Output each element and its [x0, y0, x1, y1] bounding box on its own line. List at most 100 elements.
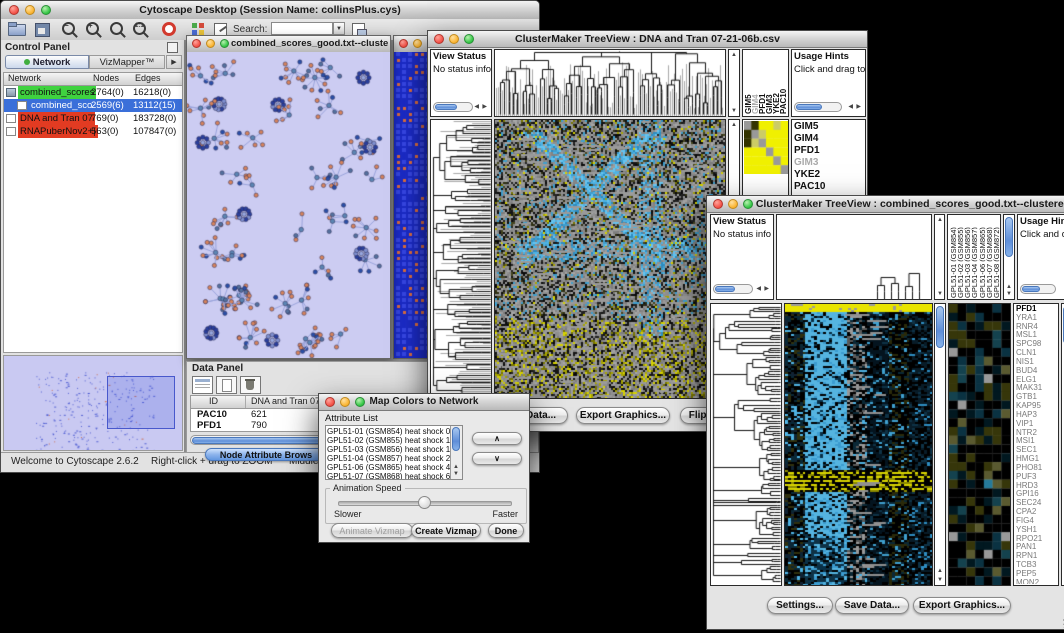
tv2-heatmap-scrollbar[interactable]: ▲ ▼: [934, 303, 946, 586]
open-file-icon[interactable]: [8, 22, 26, 37]
table-icon[interactable]: [192, 376, 213, 394]
network-row[interactable]: DNA and Tran 07769(0)183728(0): [4, 112, 182, 125]
attribute-list-item[interactable]: GPL51-01 (GSM854) heat shock 05 min: [327, 427, 450, 436]
tab-network[interactable]: Network: [5, 55, 89, 69]
scroll-up-icon[interactable]: ▲: [731, 122, 737, 128]
tv1-zoom-matrix[interactable]: [744, 121, 788, 174]
zoom-out-icon[interactable]: −: [61, 22, 79, 37]
gene-label[interactable]: GIM4: [794, 133, 864, 145]
scroll-up-icon[interactable]: ▲: [937, 568, 943, 574]
zoom-button[interactable]: [220, 39, 229, 48]
treeview2-titlebar[interactable]: ClusterMaker TreeView : combined_scores_…: [707, 196, 1064, 213]
attribute-list-item[interactable]: GPL51-06 (GSM865) heat shock 40 min: [327, 463, 450, 472]
tv1-heatmap[interactable]: [495, 120, 725, 398]
tv2-col-scroll-strip[interactable]: ▲ ▼: [934, 214, 945, 300]
network-row[interactable]: combined_scores2764(0)16218(0): [4, 86, 182, 99]
zoom-fit-icon[interactable]: 1:1: [132, 22, 150, 37]
scroll-down-icon[interactable]: ▼: [937, 577, 943, 583]
tab-overflow-button[interactable]: ▶: [166, 55, 182, 69]
col-network[interactable]: Network: [8, 73, 41, 83]
tv2-row-dendrogram[interactable]: [711, 304, 781, 585]
gene-label[interactable]: YKE2: [794, 169, 864, 181]
tv2-column-label[interactable]: GPL51-04 (GSM857): [970, 216, 977, 298]
network-overview[interactable]: [3, 355, 183, 451]
close-button[interactable]: [399, 39, 408, 48]
main-titlebar[interactable]: Cytoscape Desktop (Session Name: collins…: [1, 1, 539, 20]
scroll-right-icon[interactable]: ▶: [856, 104, 861, 110]
tv1-column-label[interactable]: GIM4: [751, 51, 758, 114]
scroll-up-icon[interactable]: ▲: [937, 217, 943, 223]
tv2-column-label[interactable]: GPL51-06 (GSM865): [978, 216, 985, 298]
col-edges[interactable]: Edges: [135, 73, 161, 83]
tv2-column-label[interactable]: GPL51-08 (GSM872): [992, 216, 999, 298]
create-vizmapbutton[interactable]: Create Vizmap: [411, 523, 481, 538]
attribute-list-item[interactable]: GPL51-07 (GSM868) heat shock 60 min: [327, 472, 450, 480]
scroll-down-icon[interactable]: ▼: [1006, 291, 1012, 297]
attribute-list-item[interactable]: GPL51-02 (GSM855) heat shock 10 min: [327, 436, 450, 445]
tv2-save-data-button[interactable]: Save Data...: [835, 597, 909, 614]
node-attribute-browser-button[interactable]: Node Attribute Brows: [205, 448, 327, 461]
tv2-export-graphics-button[interactable]: Export Graphics...: [913, 597, 1011, 614]
attribute-list-item[interactable]: GPL51-03 (GSM856) heat shock 15 min: [327, 445, 450, 454]
float-panel-icon[interactable]: [167, 42, 178, 53]
scroll-left-icon[interactable]: ◀: [848, 104, 853, 110]
tv2-heatmap[interactable]: [785, 304, 932, 585]
tv2-status-scrollbar[interactable]: [713, 284, 753, 294]
network-canvas[interactable]: [187, 52, 390, 358]
gene-label[interactable]: GIM5: [794, 121, 864, 133]
network-view-titlebar[interactable]: combined_scores_good.txt--cluste...: [187, 36, 390, 53]
data-col-id[interactable]: ID: [209, 396, 218, 406]
close-button[interactable]: [713, 199, 723, 209]
gene-label[interactable]: PAC10: [794, 181, 864, 193]
minimize-button[interactable]: [206, 39, 215, 48]
scroll-right-icon[interactable]: ▶: [764, 286, 769, 292]
gene-label[interactable]: GIM3: [794, 157, 864, 169]
delete-attribute-icon[interactable]: [240, 376, 261, 394]
dialog-titlebar[interactable]: Map Colors to Network: [319, 394, 529, 411]
scroll-down-icon[interactable]: ▼: [937, 291, 943, 297]
help-lifebuoy-icon[interactable]: [161, 22, 179, 37]
tv1-column-label[interactable]: YKE2: [772, 51, 779, 114]
gene-label[interactable]: MON2: [1016, 579, 1058, 584]
scroll-left-icon[interactable]: ◀: [474, 104, 479, 110]
gene-label[interactable]: PFD1: [794, 145, 864, 157]
search-input[interactable]: [271, 22, 333, 35]
scroll-down-icon[interactable]: ▼: [731, 108, 737, 114]
tv1-row-dendrogram[interactable]: [431, 120, 491, 398]
tv1-column-label[interactable]: PFD1: [758, 51, 765, 114]
donebutton[interactable]: Done: [488, 523, 524, 538]
scroll-up-icon[interactable]: ▲: [453, 464, 459, 470]
scroll-down-icon[interactable]: ▼: [453, 471, 459, 477]
zoom-selected-icon[interactable]: [109, 22, 127, 37]
attribute-listbox[interactable]: GPL51-01 (GSM854) heat shock 05 minGPL51…: [325, 425, 463, 480]
zoom-in-icon[interactable]: +: [85, 22, 103, 37]
move-down-button[interactable]: ∨: [472, 452, 522, 465]
tv2-column-dendrogram[interactable]: [777, 215, 931, 299]
search-dropdown-icon[interactable]: ▼: [333, 22, 345, 35]
zoom-button[interactable]: [743, 199, 753, 209]
tv1-column-label[interactable]: GIM3: [765, 51, 772, 114]
tv1-status-scrollbar[interactable]: [433, 102, 473, 112]
treeview1-titlebar[interactable]: ClusterMaker TreeView : DNA and Tran 07-…: [428, 31, 867, 48]
tv1-usage-scrollbar[interactable]: [794, 102, 842, 112]
scroll-left-icon[interactable]: ◀: [756, 286, 761, 292]
move-up-button[interactable]: ∧: [472, 432, 522, 445]
minimize-button[interactable]: [728, 199, 738, 209]
tv1-export-graphics-button[interactable]: Export Graphics...: [576, 407, 670, 424]
tab-vizmapper[interactable]: VizMapper™: [89, 55, 165, 69]
network-row[interactable]: RNAPuberNov2+|563(0)107847(0): [4, 125, 182, 138]
tv2-usage-scrollbar[interactable]: [1020, 284, 1056, 294]
tv1-column-label[interactable]: PAC10: [779, 51, 786, 114]
overview-viewport-rect[interactable]: [107, 376, 175, 430]
tv1-col-scroll-strip[interactable]: ▲ ▼: [728, 49, 740, 117]
tv1-column-label[interactable]: GIM5: [744, 51, 751, 114]
tv2-zoom-thumbnail[interactable]: [949, 304, 1010, 585]
tv2-col-scrollbar[interactable]: ▲ ▼: [1003, 214, 1015, 300]
scroll-right-icon[interactable]: ▶: [482, 104, 487, 110]
tv2-settings-button[interactable]: Settings...: [767, 597, 833, 614]
tv1-column-dendrogram[interactable]: [495, 50, 725, 116]
scroll-up-icon[interactable]: ▲: [1006, 284, 1012, 290]
minimize-button[interactable]: [413, 39, 422, 48]
network-row[interactable]: combined_sco2569(6)13112(15): [4, 99, 182, 112]
scroll-up-icon[interactable]: ▲: [731, 52, 737, 58]
